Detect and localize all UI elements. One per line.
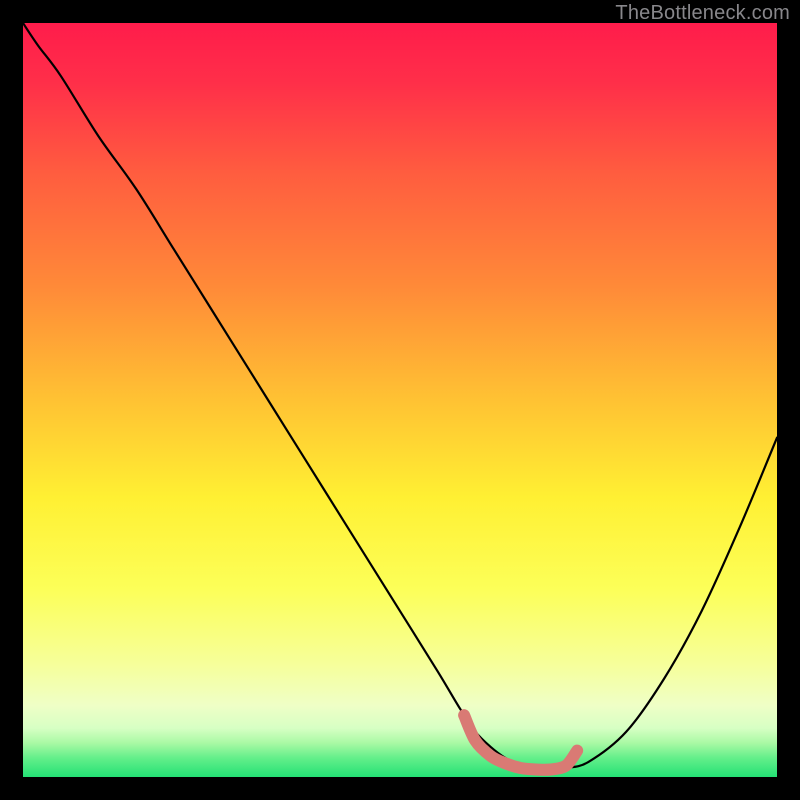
bottleneck-chart — [23, 23, 777, 777]
chart-stage: TheBottleneck.com — [0, 0, 800, 800]
watermark-text: TheBottleneck.com — [615, 2, 790, 25]
heat-gradient — [23, 23, 777, 777]
